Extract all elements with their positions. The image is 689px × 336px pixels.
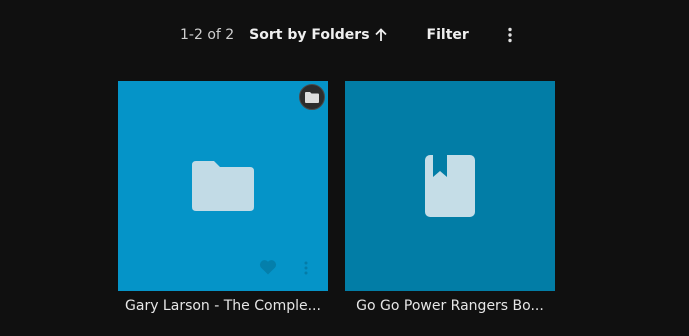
item-title[interactable]: Gary Larson - The Comple... bbox=[118, 298, 328, 314]
more-options-button[interactable] bbox=[500, 23, 520, 47]
card-more-button[interactable] bbox=[304, 260, 308, 279]
heart-icon bbox=[259, 260, 277, 275]
more-vertical-icon bbox=[304, 261, 308, 275]
folder-badge bbox=[299, 84, 325, 110]
more-vertical-icon bbox=[508, 27, 512, 43]
item-tile[interactable] bbox=[345, 81, 555, 291]
toolbar: 1-2 of 2 Sort by Folders Filter bbox=[180, 22, 520, 48]
item-count: 1-2 of 2 bbox=[180, 27, 235, 43]
sort-button[interactable]: Sort by Folders bbox=[249, 27, 387, 43]
sort-label: Sort by Folders bbox=[249, 27, 370, 43]
favorite-button[interactable] bbox=[259, 259, 277, 279]
item-title[interactable]: Go Go Power Rangers Bo... bbox=[345, 298, 555, 314]
item-tile[interactable] bbox=[118, 81, 328, 291]
folder-icon bbox=[192, 161, 254, 211]
library-item-card: Go Go Power Rangers Bo... bbox=[345, 81, 555, 314]
filter-button[interactable]: Filter bbox=[427, 27, 469, 43]
book-icon bbox=[425, 155, 475, 217]
arrow-up-icon bbox=[374, 28, 387, 41]
folder-badge-icon bbox=[305, 91, 319, 103]
library-item-card: Gary Larson - The Comple... bbox=[118, 81, 328, 314]
